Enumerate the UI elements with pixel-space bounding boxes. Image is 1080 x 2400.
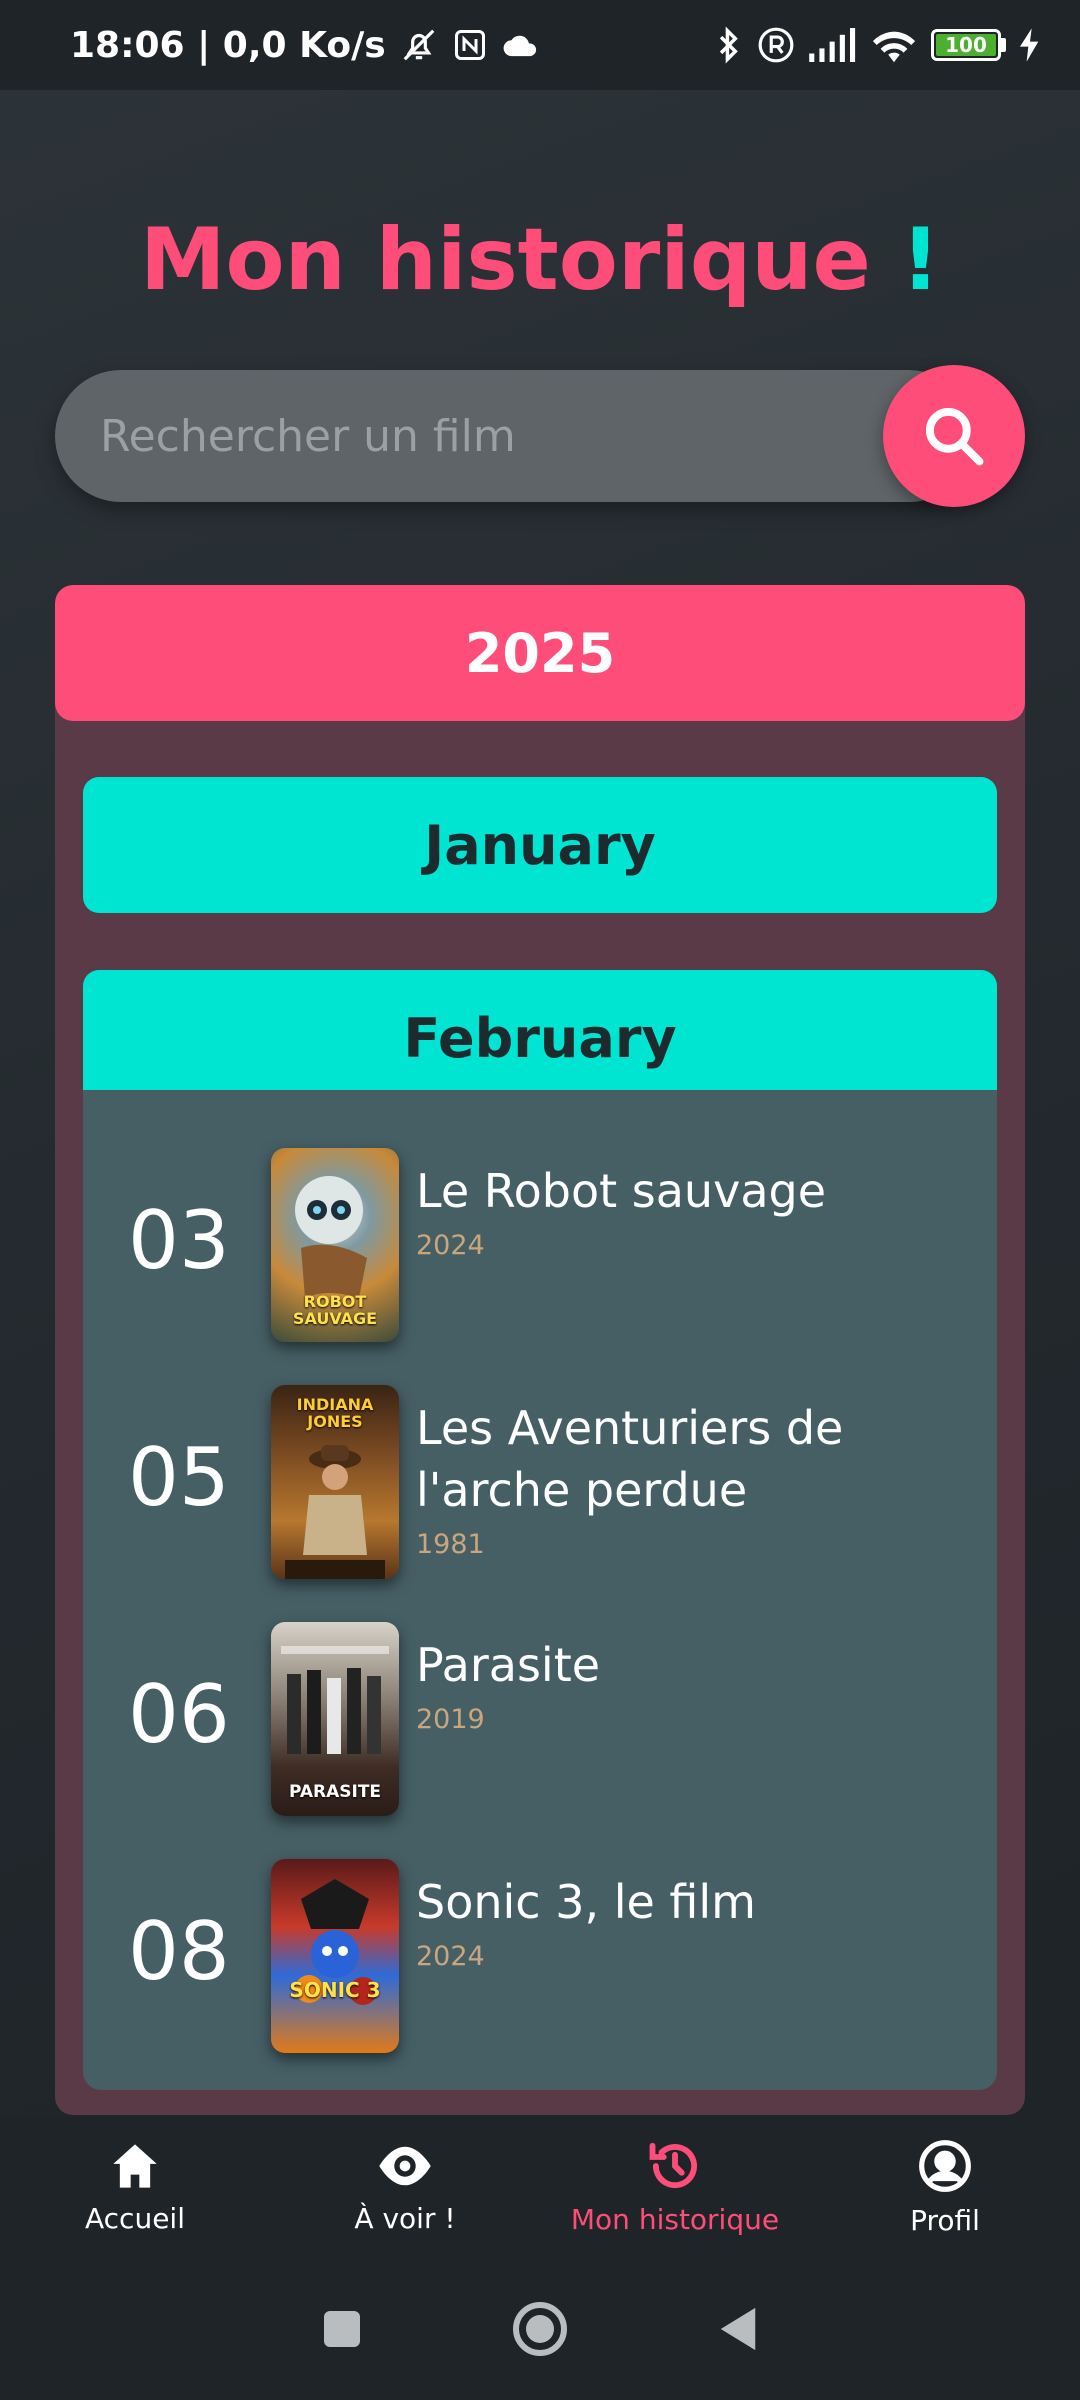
search-bar (55, 365, 1025, 507)
page-title: Mon historique ! (0, 210, 1080, 310)
entry-title: Le Robot sauvage (416, 1164, 827, 1218)
nav-label: Profil (910, 2203, 980, 2237)
poster-caption: ROBOT SAUVAGE (292, 1292, 378, 1329)
entry-day: 08 (128, 1905, 230, 1998)
poster-caption: SONIC 3 (289, 1978, 381, 2002)
status-time-speed: 18:06 | 0,0 Ko/s (70, 24, 386, 66)
list-item[interactable]: 03 ROBOT SAUVAGE Le Robot sauvage 2024 (83, 1148, 997, 1348)
entry-year: 2024 (416, 1230, 485, 1261)
sonic-poster-art (295, 1879, 377, 2005)
list-item[interactable]: 08 SONIC 3 Sonic 3, le film 2024 (83, 1859, 997, 2059)
eye-icon (379, 2146, 431, 2185)
year-card: 2025 January February 03 ROBOT SAUVAGE L… (55, 585, 1025, 2115)
entry-year: 1981 (416, 1529, 485, 1560)
recents-square-icon[interactable] (322, 2309, 362, 2349)
entry-year: 2024 (416, 1941, 485, 1972)
system-nav-bar (0, 2257, 1080, 2400)
list-item[interactable]: 06 PARASITE Parasite 2019 (83, 1622, 997, 1822)
bell-off-icon (403, 29, 435, 61)
entry-info: Les Aventuriers de l'arche perdue 1981 (416, 1397, 976, 1560)
back-triangle-icon[interactable] (718, 2306, 758, 2352)
poster-image: SONIC 3 (271, 1859, 399, 2053)
history-icon (649, 2142, 697, 2188)
entry-title: Parasite (416, 1638, 601, 1692)
home-icon (113, 2143, 157, 2188)
cloud-icon (503, 35, 536, 57)
entry-title: Les Aventuriers de l'arche perdue (416, 1401, 844, 1517)
year-header[interactable]: 2025 (55, 585, 1025, 721)
nav-label: Mon historique (570, 2202, 780, 2236)
poster-image: INDIANA JONES (271, 1385, 399, 1579)
entry-day: 03 (128, 1194, 230, 1287)
entry-year: 2019 (416, 1704, 485, 1735)
entry-day: 05 (128, 1431, 230, 1524)
entry-info: Sonic 3, le film 2024 (416, 1871, 976, 1972)
page-title-text: Mon historique (139, 210, 871, 310)
nfc-icon (454, 30, 485, 60)
search-icon (925, 407, 984, 466)
list-item[interactable]: 05 INDIANA JONES Les Aventuriers de l'ar… (83, 1385, 997, 1585)
bluetooth-icon (719, 26, 738, 64)
poster-caption: INDIANA JONES (296, 1395, 374, 1431)
entry-info: Parasite 2019 (416, 1634, 976, 1735)
battery-icon: 100 (931, 29, 1006, 61)
page-title-exclamation: ! (900, 210, 941, 310)
poster-image: ROBOT SAUVAGE (271, 1148, 399, 1342)
nav-item-profil[interactable]: Profil (810, 2117, 1080, 2257)
status-left: 18:06 | 0,0 Ko/s (70, 25, 540, 66)
entry-title: Sonic 3, le film (416, 1875, 756, 1929)
profile-icon (919, 2139, 971, 2192)
entry-day: 06 (128, 1668, 230, 1761)
search-input[interactable] (55, 370, 975, 502)
month-header-february[interactable]: February (83, 970, 997, 1106)
status-right: 100 (715, 26, 1040, 64)
status-bar: 18:06 | 0,0 Ko/s 100 (0, 0, 1080, 90)
month-entries-february: 03 ROBOT SAUVAGE Le Robot sauvage 2024 0… (83, 1090, 997, 2090)
poster-image: PARASITE (271, 1622, 399, 1816)
entry-info: Le Robot sauvage 2024 (416, 1160, 976, 1261)
nav-label: À voir ! (354, 2201, 456, 2235)
wifi-icon (872, 31, 916, 63)
nav-item-mon-historique[interactable]: Mon historique (540, 2117, 810, 2257)
nav-label: Accueil (85, 2201, 185, 2235)
nav-item-accueil[interactable]: Accueil (0, 2117, 270, 2257)
poster-caption: PARASITE (288, 1782, 382, 1803)
registered-icon (758, 27, 794, 63)
charging-icon (1020, 28, 1039, 62)
signal-icon (809, 28, 856, 62)
search-button[interactable] (883, 365, 1025, 507)
month-header-january[interactable]: January (83, 777, 997, 913)
nav-item-a-voir[interactable]: À voir ! (270, 2117, 540, 2257)
bottom-nav: Accueil À voir ! Mon historique Profil (0, 2117, 1080, 2257)
battery-level: 100 (936, 33, 996, 57)
home-circle-icon[interactable] (512, 2301, 568, 2357)
